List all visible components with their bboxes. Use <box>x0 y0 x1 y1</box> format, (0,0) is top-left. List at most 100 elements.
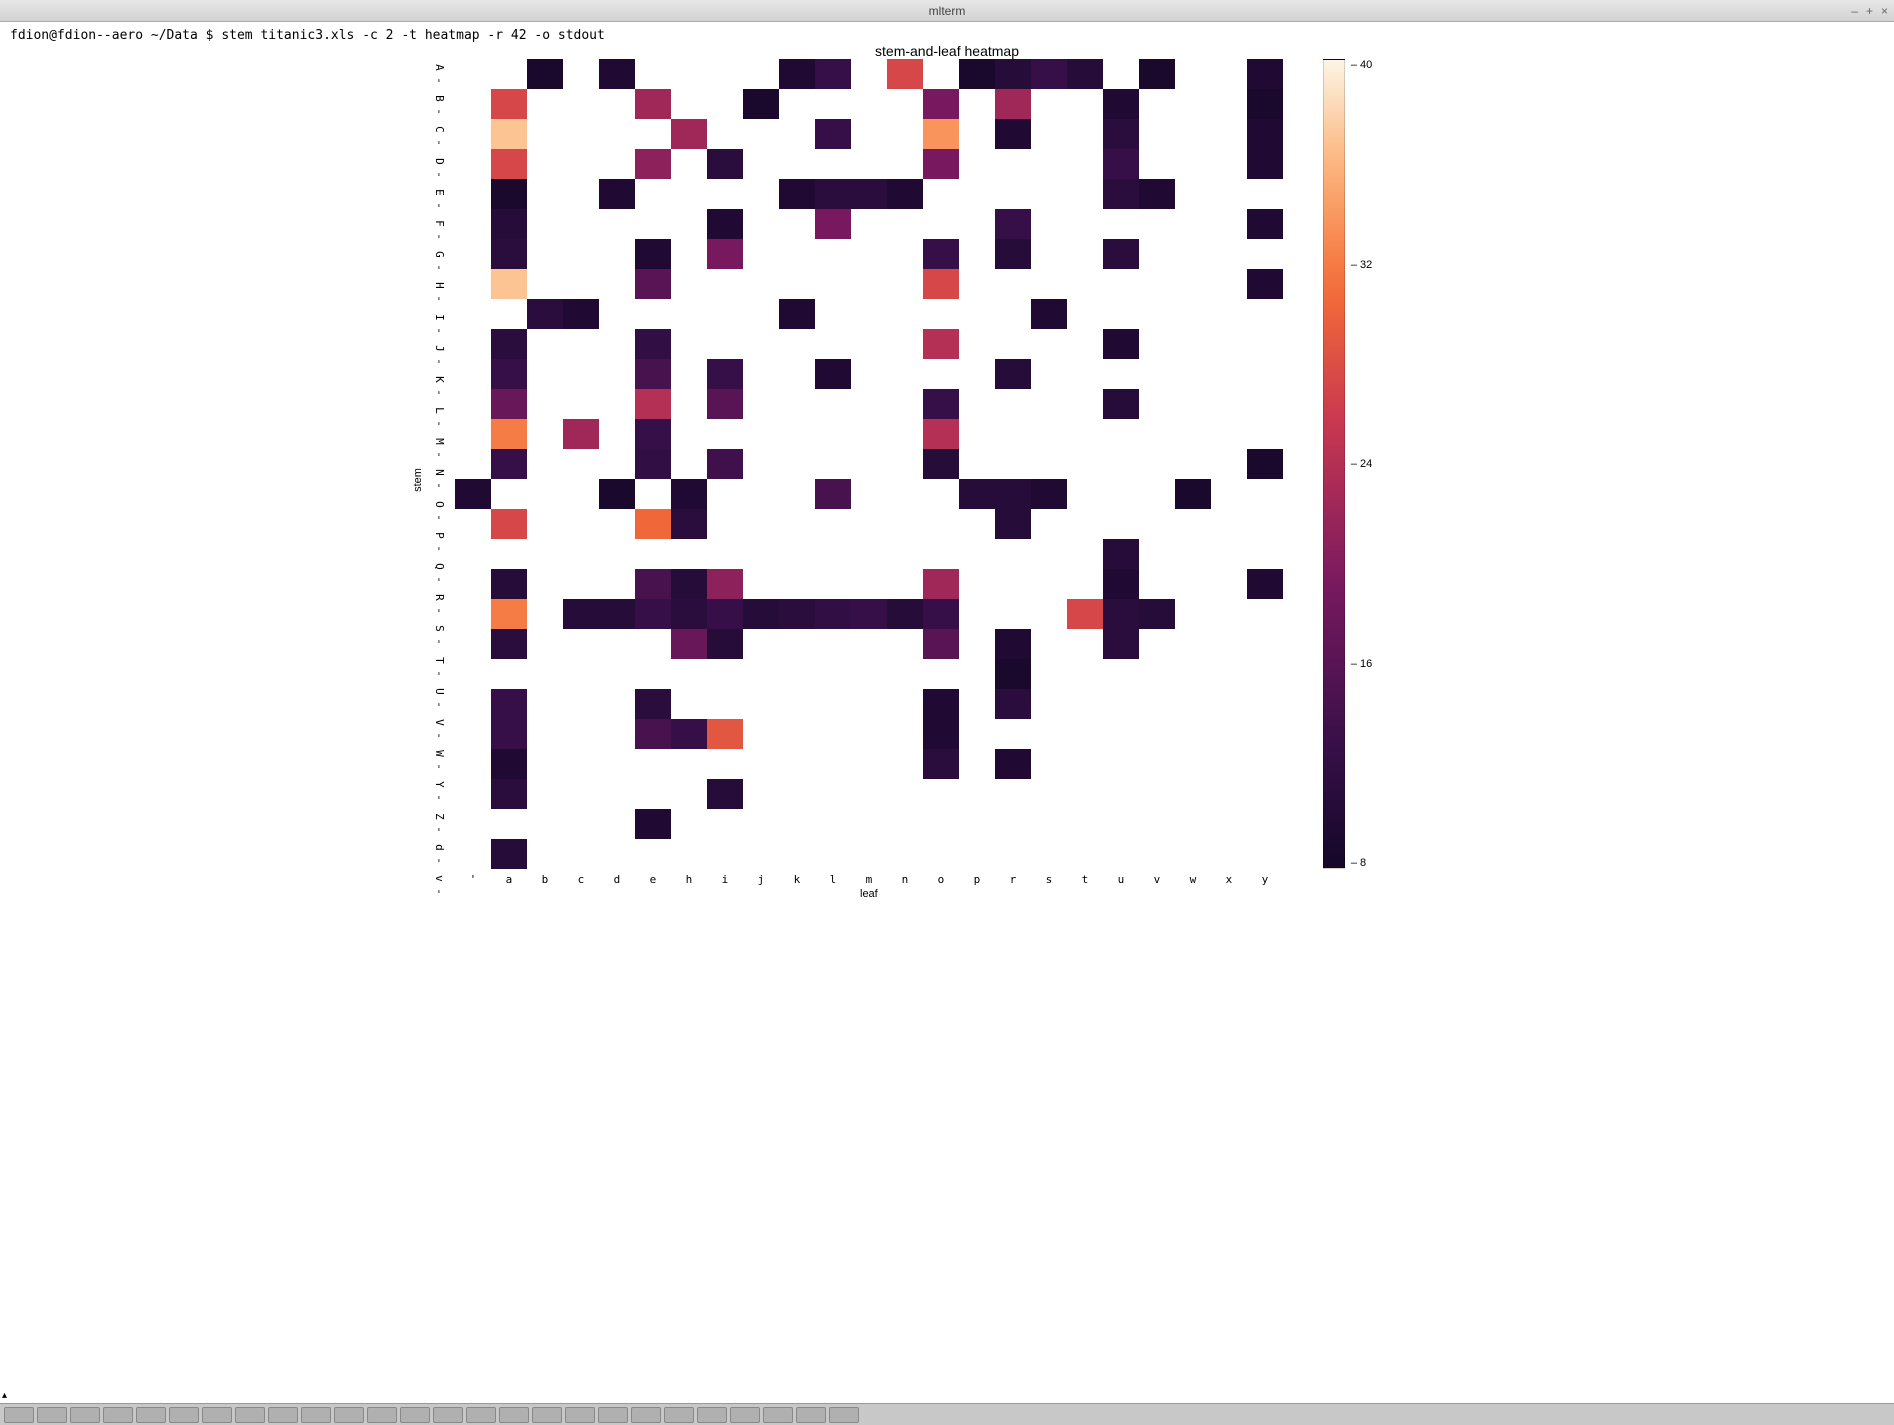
heatmap-cell <box>1247 359 1283 389</box>
heatmap-cell <box>599 359 635 389</box>
heatmap-cell <box>1031 209 1067 239</box>
taskbar-item[interactable] <box>631 1407 661 1423</box>
y-tick-label: O - <box>424 501 454 521</box>
taskbar-item[interactable] <box>136 1407 166 1423</box>
heatmap-cell <box>851 179 887 209</box>
heatmap-cell <box>635 329 671 359</box>
taskbar-item[interactable] <box>796 1407 826 1423</box>
heatmap-cell <box>1175 479 1211 509</box>
heatmap-cell <box>455 569 491 599</box>
heatmap-cell <box>491 449 527 479</box>
taskbar-item[interactable] <box>235 1407 265 1423</box>
heatmap-cell <box>1103 719 1139 749</box>
heatmap-cell <box>491 689 527 719</box>
heatmap-cell <box>1211 569 1247 599</box>
heatmap-cell <box>779 689 815 719</box>
heatmap-cell <box>1139 329 1175 359</box>
taskbar-item[interactable] <box>202 1407 232 1423</box>
y-tick-label: S - <box>424 625 454 645</box>
heatmap-cell <box>1103 149 1139 179</box>
taskbar-item[interactable] <box>4 1407 34 1423</box>
resize-handle-icon[interactable]: ▴ <box>2 1390 7 1401</box>
heatmap-cell <box>491 89 527 119</box>
taskbar-item[interactable] <box>301 1407 331 1423</box>
heatmap-cell <box>743 179 779 209</box>
heatmap-cell <box>491 719 527 749</box>
taskbar-item[interactable] <box>268 1407 298 1423</box>
taskbar-item[interactable] <box>37 1407 67 1423</box>
taskbar-item[interactable] <box>70 1407 100 1423</box>
y-tick-label: J - <box>424 345 454 365</box>
heatmap-cell <box>779 509 815 539</box>
taskbar-item[interactable] <box>466 1407 496 1423</box>
heatmap-cell <box>707 359 743 389</box>
y-axis-labels: A -B -C -D -E -F -G -H -I -J -K -L -M -N… <box>429 59 455 900</box>
taskbar-item[interactable] <box>334 1407 364 1423</box>
heatmap-cell <box>1067 329 1103 359</box>
terminal-pane[interactable]: fdion@fdion--aero ~/Data $ stem titanic3… <box>0 22 1894 1403</box>
heatmap-cell <box>1139 719 1175 749</box>
taskbar-item[interactable] <box>433 1407 463 1423</box>
heatmap-cell <box>1067 269 1103 299</box>
heatmap-cell <box>959 779 995 809</box>
heatmap-cell <box>887 719 923 749</box>
heatmap-cell <box>491 479 527 509</box>
heatmap-cell <box>635 239 671 269</box>
taskbar-item[interactable] <box>664 1407 694 1423</box>
taskbar-item[interactable] <box>169 1407 199 1423</box>
heatmap-cell <box>671 659 707 689</box>
x-tick-label: k <box>779 873 815 886</box>
heatmap-cell <box>995 239 1031 269</box>
heatmap-cell <box>563 659 599 689</box>
taskbar-item[interactable] <box>532 1407 562 1423</box>
heatmap-cell <box>1103 629 1139 659</box>
y-tick-label: V - <box>424 719 454 739</box>
taskbar-item[interactable] <box>103 1407 133 1423</box>
heatmap-cell <box>779 539 815 569</box>
window-minimize[interactable]: – <box>1851 4 1858 18</box>
y-tick-label: B - <box>424 95 454 115</box>
taskbar-item[interactable] <box>499 1407 529 1423</box>
heatmap-cell <box>1031 509 1067 539</box>
heatmap-cell <box>491 59 527 89</box>
heatmap-cell <box>1247 149 1283 179</box>
heatmap-cell <box>1247 659 1283 689</box>
y-tick-label: H - <box>424 282 454 302</box>
y-tick-label: A - <box>424 64 454 84</box>
heatmap-cell <box>959 749 995 779</box>
heatmap-cell <box>1031 299 1067 329</box>
heatmap-cell <box>959 179 995 209</box>
heatmap-cell <box>923 659 959 689</box>
heatmap-cell <box>779 89 815 119</box>
heatmap-cell <box>851 299 887 329</box>
heatmap-cell <box>527 509 563 539</box>
heatmap-cell <box>743 779 779 809</box>
heatmap-cell <box>563 539 599 569</box>
window-maximize[interactable]: + <box>1866 4 1873 18</box>
taskbar-item[interactable] <box>763 1407 793 1423</box>
taskbar-item[interactable] <box>829 1407 859 1423</box>
heatmap-cell <box>599 179 635 209</box>
heatmap-cell <box>995 119 1031 149</box>
heatmap-cell <box>707 419 743 449</box>
taskbar-item[interactable] <box>367 1407 397 1423</box>
taskbar-item[interactable] <box>730 1407 760 1423</box>
colorbar-tick: – 32 <box>1351 259 1372 271</box>
heatmap-cell <box>1031 59 1067 89</box>
heatmap-cell <box>635 809 671 839</box>
taskbar-item[interactable] <box>598 1407 628 1423</box>
taskbar-item[interactable] <box>697 1407 727 1423</box>
heatmap-cell <box>563 329 599 359</box>
heatmap-cell <box>1211 299 1247 329</box>
heatmap-cell <box>455 449 491 479</box>
window-close[interactable]: × <box>1881 4 1888 18</box>
taskbar-item[interactable] <box>565 1407 595 1423</box>
heatmap-cell <box>671 89 707 119</box>
heatmap-cell <box>887 599 923 629</box>
taskbar-item[interactable] <box>400 1407 430 1423</box>
heatmap-cell <box>455 599 491 629</box>
heatmap-cell <box>1139 839 1175 869</box>
heatmap-cell <box>851 689 887 719</box>
colorbar-gradient <box>1323 59 1345 869</box>
y-tick-label: R - <box>424 594 454 614</box>
